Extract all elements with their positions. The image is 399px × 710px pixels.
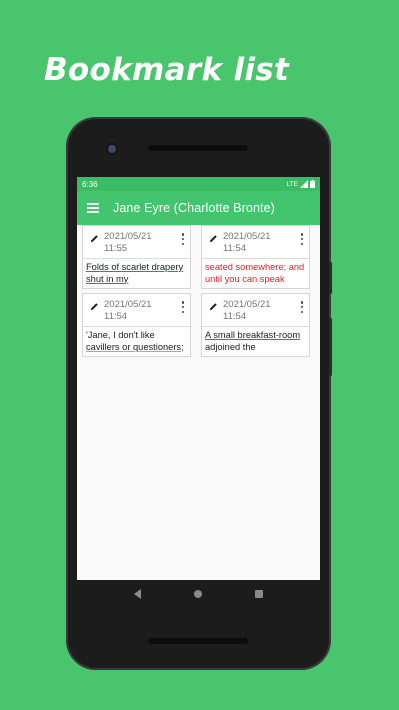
excerpt-line-2: until you can speak xyxy=(205,273,285,284)
network-type: LTE xyxy=(286,180,298,188)
more-vert-icon[interactable] xyxy=(300,301,304,313)
app-screen: 6:36 LTE Jane Eyre (Charlotte Bronte) 20… xyxy=(77,177,320,580)
bookmark-time: 11:54 xyxy=(104,310,128,322)
power-button xyxy=(329,262,332,294)
promo-headline: Bookmark list xyxy=(44,52,290,88)
status-bar: 6:36 LTE xyxy=(77,177,320,191)
bottom-speaker xyxy=(148,638,248,644)
pencil-icon[interactable] xyxy=(90,302,99,311)
bookmark-card-header: 2021/05/21 11:54 xyxy=(202,226,309,259)
bookmark-timestamp: 2021/05/21 11:54 xyxy=(223,299,271,322)
bookmark-card-header: 2021/05/21 11:54 xyxy=(83,294,190,327)
bookmark-time: 11:54 xyxy=(223,242,247,254)
hamburger-menu-icon[interactable] xyxy=(87,203,99,213)
recents-square-icon[interactable] xyxy=(255,590,264,598)
bookmark-date: 2021/05/21 xyxy=(223,299,271,310)
pencil-icon[interactable] xyxy=(209,234,218,243)
battery-icon xyxy=(310,180,315,188)
pencil-icon[interactable] xyxy=(209,302,218,311)
bookmark-timestamp: 2021/05/21 11:54 xyxy=(223,231,271,254)
excerpt-line-2: shut in my xyxy=(86,273,129,284)
more-vert-icon[interactable] xyxy=(181,233,185,245)
status-icons: LTE xyxy=(287,180,315,188)
app-toolbar: Jane Eyre (Charlotte Bronte) xyxy=(77,191,320,225)
bookmark-card-header: 2021/05/21 11:54 xyxy=(202,294,309,327)
excerpt-line-2: adjoined the xyxy=(205,341,256,352)
bookmark-date: 2021/05/21 xyxy=(104,299,152,310)
excerpt-line-1: 'Jane, I don't like xyxy=(86,330,155,340)
volume-button xyxy=(329,318,332,376)
book-title: Jane Eyre (Charlotte Bronte) xyxy=(113,201,275,215)
bookmark-card[interactable]: 2021/05/21 11:54 seated somewhere; and u… xyxy=(201,225,310,289)
bookmark-excerpt: A small breakfast-room adjoined the xyxy=(205,330,306,353)
excerpt-line-1: A small breakfast-room xyxy=(205,330,301,340)
earpiece-speaker xyxy=(148,145,248,151)
bookmark-date: 2021/05/21 xyxy=(104,231,152,242)
bookmark-timestamp: 2021/05/21 11:55 xyxy=(104,231,152,254)
bookmark-excerpt: 'Jane, I don't like cavillers or questio… xyxy=(86,330,187,353)
excerpt-line-1: Folds of scarlet drapery xyxy=(86,262,184,272)
bookmark-card[interactable]: 2021/05/21 11:55 Folds of scarlet draper… xyxy=(82,225,191,289)
bookmark-card[interactable]: 2021/05/21 11:54 'Jane, I don't like cav… xyxy=(82,293,191,357)
back-triangle-icon[interactable] xyxy=(133,589,141,599)
front-camera-icon xyxy=(108,145,116,153)
signal-icon xyxy=(300,180,308,188)
more-vert-icon[interactable] xyxy=(181,301,185,313)
more-vert-icon[interactable] xyxy=(300,233,304,245)
excerpt-line-1: seated somewhere; and xyxy=(205,262,305,272)
system-nav-bar xyxy=(77,580,320,608)
bookmark-date: 2021/05/21 xyxy=(223,231,271,242)
bookmark-excerpt: seated somewhere; and until you can spea… xyxy=(205,262,306,285)
bookmark-time: 11:54 xyxy=(223,310,247,322)
excerpt-line-2: cavillers or questioners; xyxy=(86,341,184,352)
pencil-icon[interactable] xyxy=(90,234,99,243)
bookmark-time: 11:55 xyxy=(104,242,128,254)
status-time: 6:36 xyxy=(82,179,98,189)
bookmark-excerpt: Folds of scarlet drapery shut in my xyxy=(86,262,187,285)
bookmark-card[interactable]: 2021/05/21 11:54 A small breakfast-room … xyxy=(201,293,310,357)
bookmark-card-header: 2021/05/21 11:55 xyxy=(83,226,190,259)
home-circle-icon[interactable] xyxy=(193,590,202,598)
bookmark-timestamp: 2021/05/21 11:54 xyxy=(104,299,152,322)
